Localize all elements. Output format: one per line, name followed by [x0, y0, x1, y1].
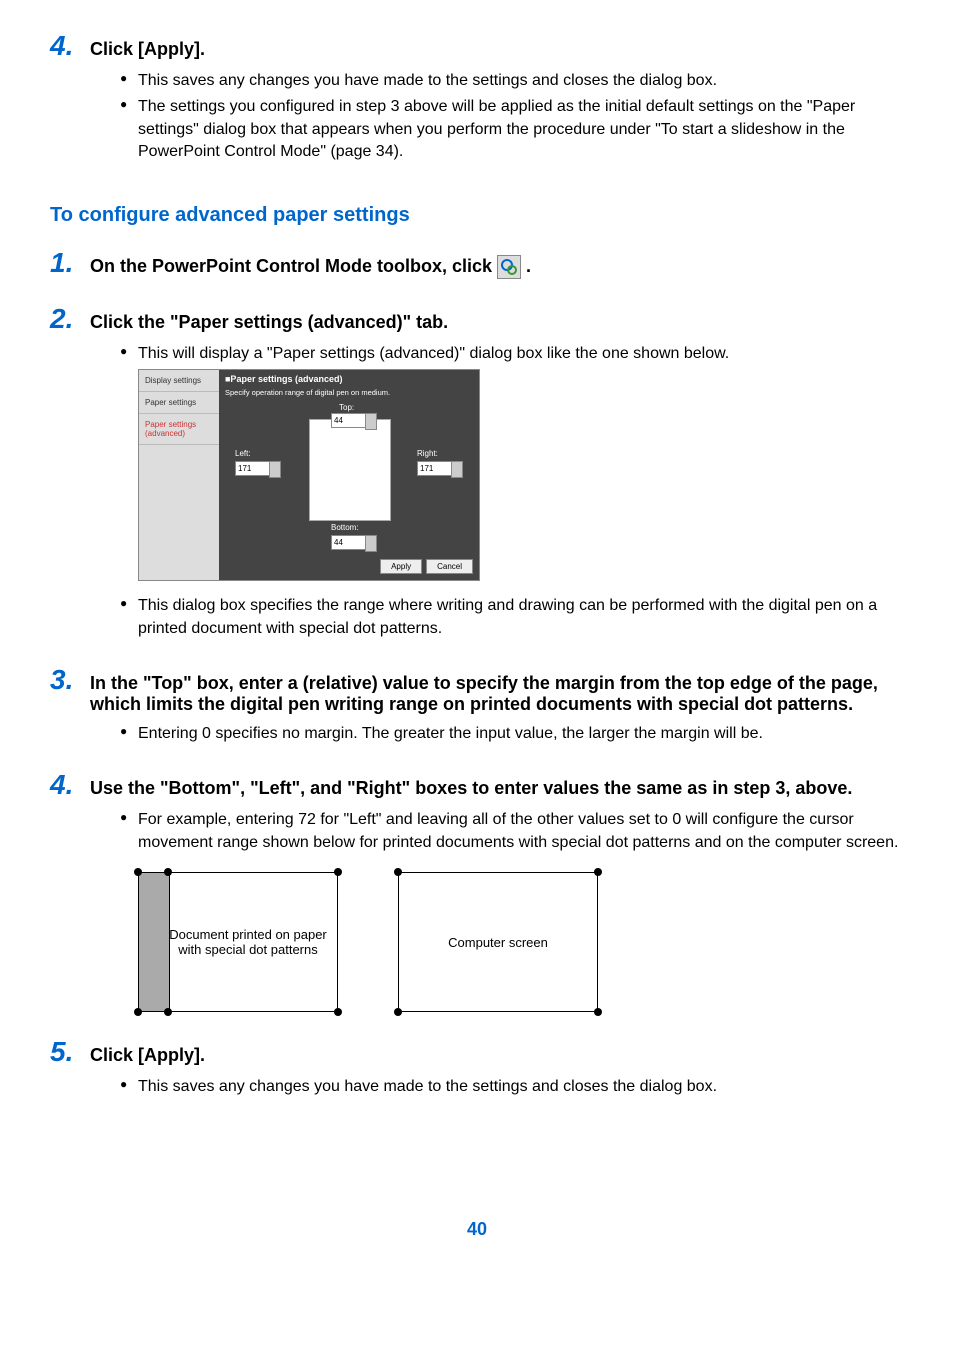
- step-title: In the "Top" box, enter a (relative) val…: [90, 673, 904, 715]
- corner-dot-icon: [594, 1008, 602, 1016]
- top-margin-spinner[interactable]: [365, 413, 377, 430]
- right-margin-spinner[interactable]: [451, 461, 463, 478]
- step-2: 2. Click the "Paper settings (advanced)"…: [50, 303, 904, 640]
- tab-paper-settings-advanced[interactable]: Paper settings (advanced): [139, 414, 219, 445]
- bullet-text: For example, entering 72 for "Left" and …: [120, 809, 904, 854]
- top-margin-label: Top:: [339, 403, 354, 412]
- step-title: Use the "Bottom", "Left", and "Right" bo…: [90, 778, 852, 799]
- cancel-button[interactable]: Cancel: [426, 559, 473, 574]
- left-margin-spinner[interactable]: [269, 461, 281, 478]
- corner-dot-icon: [394, 1008, 402, 1016]
- bullet-text: This will display a "Paper settings (adv…: [120, 343, 904, 365]
- diagram-caption: Computer screen: [448, 935, 548, 950]
- dialog-title: ■Paper settings (advanced): [219, 370, 479, 388]
- step-number: 3.: [50, 664, 80, 696]
- apply-button[interactable]: Apply: [380, 559, 422, 574]
- diagram-printed-document: Document printed on paper with special d…: [138, 872, 338, 1012]
- step-5: 5. Click [Apply]. This saves any changes…: [50, 1036, 904, 1098]
- corner-dot-icon: [334, 868, 342, 876]
- step-title: On the PowerPoint Control Mode toolbox, …: [90, 255, 531, 279]
- corner-dot-icon: [334, 1008, 342, 1016]
- bullet-text: The settings you configured in step 3 ab…: [120, 96, 904, 163]
- step-1: 1. On the PowerPoint Control Mode toolbo…: [50, 247, 904, 279]
- right-margin-label: Right:: [417, 449, 438, 458]
- corner-dot-icon: [134, 1008, 142, 1016]
- corner-dot-icon: [164, 1008, 172, 1016]
- dialog-main-panel: ■Paper settings (advanced) Specify opera…: [219, 370, 479, 580]
- step-number: 2.: [50, 303, 80, 335]
- margin-diagram: Document printed on paper with special d…: [138, 872, 904, 1012]
- step-bullets: For example, entering 72 for "Left" and …: [50, 809, 904, 854]
- fieldset-label: Specify operation range of digital pen o…: [219, 388, 479, 399]
- paper-preview-rect: [309, 419, 391, 521]
- bullet-text: This dialog box specifies the range wher…: [120, 595, 904, 640]
- bullet-text: This saves any changes you have made to …: [120, 70, 904, 92]
- section-title: To configure advanced paper settings: [50, 204, 904, 227]
- diagram-caption: Document printed on paper with special d…: [149, 927, 327, 957]
- step-bullets: This will display a "Paper settings (adv…: [50, 343, 904, 365]
- top-margin-input[interactable]: 44: [331, 413, 367, 428]
- dialog-sidebar: Display settings Paper settings Paper se…: [139, 370, 219, 580]
- step-bullets: This dialog box specifies the range wher…: [50, 595, 904, 640]
- step-title: Click the "Paper settings (advanced)" ta…: [90, 312, 448, 333]
- step-4-apply-first: 4. Click [Apply]. This saves any changes…: [50, 30, 904, 164]
- bullet-text: This saves any changes you have made to …: [120, 1076, 904, 1098]
- step-title-suffix: .: [526, 256, 531, 276]
- step-4-other-margins: 4. Use the "Bottom", "Left", and "Right"…: [50, 769, 904, 1012]
- tab-display-settings[interactable]: Display settings: [139, 370, 219, 392]
- bottom-margin-label: Bottom:: [331, 523, 359, 532]
- margins-area: Top: 44 Left: 171 Right: 171 Bottom: 44: [219, 399, 479, 549]
- step-title-prefix: On the PowerPoint Control Mode toolbox, …: [90, 256, 497, 276]
- bottom-margin-spinner[interactable]: [365, 535, 377, 552]
- step-title: Click [Apply].: [90, 1045, 205, 1066]
- step-number: 4.: [50, 30, 80, 62]
- step-bullets: This saves any changes you have made to …: [50, 1076, 904, 1098]
- step-number: 1.: [50, 247, 80, 279]
- step-title: Click [Apply].: [90, 39, 205, 60]
- right-margin-input[interactable]: 171: [417, 461, 453, 476]
- left-margin-input[interactable]: 171: [235, 461, 271, 476]
- step-number: 4.: [50, 769, 80, 801]
- left-margin-label: Left:: [235, 449, 251, 458]
- corner-dot-icon: [594, 868, 602, 876]
- settings-icon: [497, 255, 521, 279]
- diagram-computer-screen: Computer screen: [398, 872, 598, 1012]
- page-number: 40: [50, 1219, 904, 1240]
- step-bullets: Entering 0 specifies no margin. The grea…: [50, 723, 904, 745]
- bottom-margin-input[interactable]: 44: [331, 535, 367, 550]
- step-3: 3. In the "Top" box, enter a (relative) …: [50, 664, 904, 745]
- paper-settings-advanced-dialog: Display settings Paper settings Paper se…: [138, 369, 480, 581]
- bullet-text: Entering 0 specifies no margin. The grea…: [120, 723, 904, 745]
- step-number: 5.: [50, 1036, 80, 1068]
- step-bullets: This saves any changes you have made to …: [50, 70, 904, 164]
- tab-paper-settings[interactable]: Paper settings: [139, 392, 219, 414]
